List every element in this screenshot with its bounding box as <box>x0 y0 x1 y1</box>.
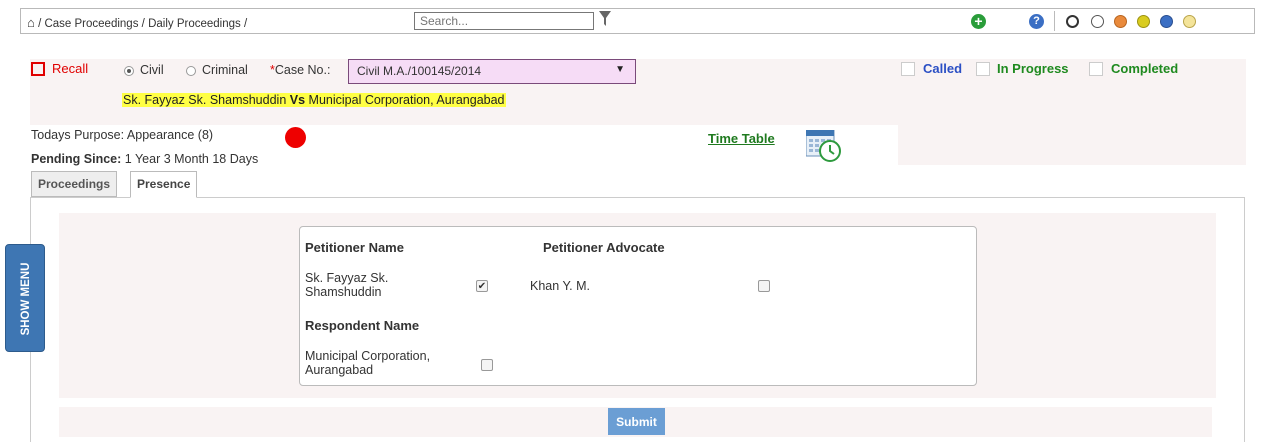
presence-table: Petitioner Name Petitioner Advocate Sk. … <box>299 226 977 386</box>
pending-since: Pending Since: 1 Year 3 Month 18 Days <box>31 152 259 166</box>
theme-dot-yellow[interactable] <box>1137 15 1150 28</box>
breadcrumb-case-proceedings[interactable]: Case Proceedings <box>44 18 138 30</box>
help-icon[interactable]: ? <box>1029 14 1044 29</box>
home-icon[interactable]: ⌂ <box>27 15 35 30</box>
recall-checkbox[interactable] <box>31 62 45 76</box>
filter-icon[interactable] <box>599 11 611 27</box>
respondent-present-checkbox[interactable] <box>481 359 493 371</box>
add-icon[interactable]: + <box>971 14 986 29</box>
show-menu-label: SHOW MENU <box>20 262 32 336</box>
purpose-status-dot <box>285 127 306 148</box>
tab-proceedings[interactable]: Proceedings <box>31 171 118 197</box>
petitioner-name: Sk. Fayyaz Sk. Shamshuddin <box>305 271 389 299</box>
completed-checkbox[interactable] <box>1089 62 1103 76</box>
called-checkbox[interactable] <box>901 62 915 76</box>
petitioner-name-header: Petitioner Name <box>305 240 404 255</box>
top-bar: ⌂ / Case Proceedings / Daily Proceedings… <box>20 8 1255 34</box>
advocate-present-checkbox[interactable] <box>758 280 770 292</box>
in-progress-checkbox[interactable] <box>976 62 990 76</box>
dropdown-arrow-icon: ▼ <box>615 64 625 75</box>
breadcrumb-daily-proceedings[interactable]: Daily Proceedings <box>148 18 241 30</box>
case-no-label: *Case No.: <box>270 63 331 77</box>
case-no-value: Civil M.A./100145/2014 <box>357 64 482 78</box>
theme-dot-orange[interactable] <box>1114 15 1127 28</box>
criminal-radio-label: Criminal <box>202 63 248 77</box>
advocate-name: Khan Y. M. <box>530 279 590 293</box>
breadcrumb-separator: / <box>141 18 145 30</box>
show-menu-button[interactable]: SHOW MENU <box>5 244 45 352</box>
called-label: Called <box>923 61 963 76</box>
civil-radio-label: Civil <box>140 63 164 77</box>
respondent-name-header: Respondent Name <box>305 318 420 333</box>
case-no-select[interactable]: Civil M.A./100145/2014 ▼ <box>348 59 636 84</box>
theme-dot-black-white[interactable] <box>1066 15 1079 28</box>
calendar-clock-icon[interactable] <box>806 130 842 162</box>
time-table-link[interactable]: Time Table <box>708 131 775 146</box>
theme-dot-white[interactable] <box>1091 15 1104 28</box>
breadcrumb-separator: / <box>243 18 248 30</box>
breadcrumb-separator: / <box>38 18 42 30</box>
purpose-side-panel <box>898 125 1246 165</box>
petitioner-advocate-header: Petitioner Advocate <box>543 240 665 255</box>
recall-label: Recall <box>52 61 89 76</box>
in-progress-label: In Progress <box>997 61 1069 76</box>
respondent-name: Municipal Corporation, Aurangabad <box>305 349 431 377</box>
case-parties-title: Sk. Fayyaz Sk. Shamshuddin Vs Municipal … <box>122 93 506 107</box>
tab-presence[interactable]: Presence <box>130 171 198 198</box>
petitioner-present-checkbox[interactable]: ✔ <box>476 280 488 292</box>
civil-radio[interactable] <box>124 66 134 76</box>
search-input[interactable] <box>414 12 594 30</box>
theme-dot-light-yellow[interactable] <box>1183 15 1196 28</box>
completed-label: Completed <box>1111 61 1179 76</box>
criminal-radio[interactable] <box>186 66 196 76</box>
toolbar-divider <box>1054 11 1055 31</box>
todays-purpose: Todays Purpose: Appearance (8) <box>31 128 214 142</box>
submit-button[interactable]: Submit <box>608 408 665 435</box>
breadcrumb: ⌂ / Case Proceedings / Daily Proceedings… <box>27 15 247 30</box>
theme-dot-blue[interactable] <box>1160 15 1173 28</box>
